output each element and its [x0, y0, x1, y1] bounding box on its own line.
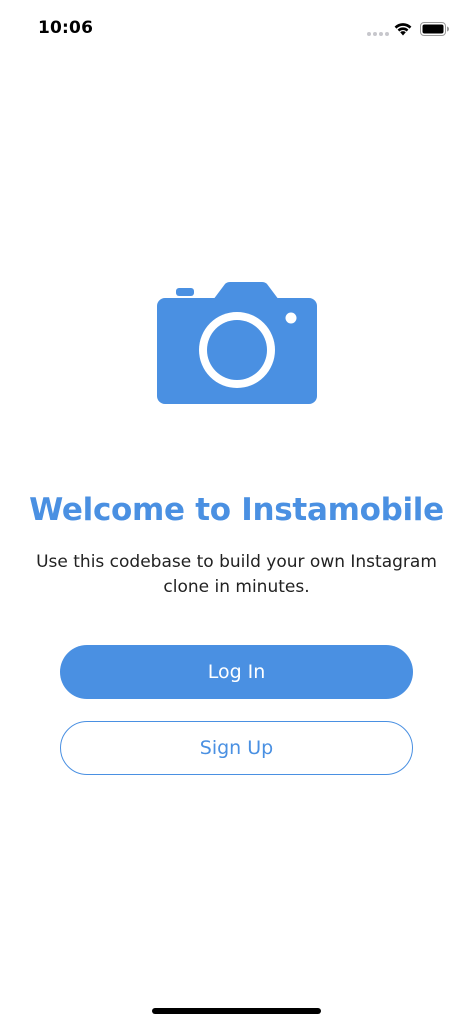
camera-icon	[157, 282, 317, 404]
status-time: 10:06	[38, 18, 94, 38]
welcome-title: Welcome to Instamobile	[29, 492, 444, 528]
status-bar: 10:06	[0, 0, 473, 60]
wifi-icon	[394, 23, 412, 36]
home-indicator[interactable]	[152, 1008, 321, 1014]
login-button[interactable]: Log In	[60, 645, 413, 699]
battery-icon	[420, 22, 449, 36]
welcome-subtitle: Use this codebase to build your own Inst…	[36, 552, 437, 597]
signal-icon	[367, 32, 389, 36]
signup-button[interactable]: Sign Up	[60, 721, 413, 775]
